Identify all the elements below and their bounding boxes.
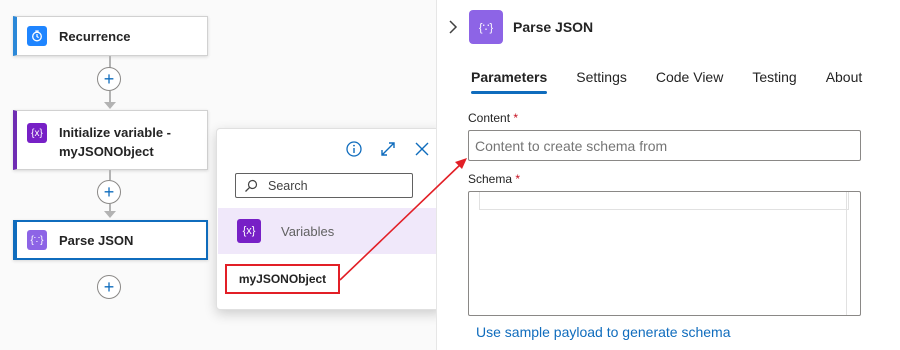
dynamic-content-popup: Search {x} Variables myJSONObject [216,128,443,310]
content-label: Content * [468,111,518,125]
parse-json-icon: {∵} [469,10,503,44]
recurrence-title: Recurrence [59,28,131,44]
add-step-button[interactable]: + [97,180,121,204]
content-input[interactable] [468,130,861,161]
init-variable-title-line1: Initialize variable - [59,125,171,140]
variables-section-label: Variables [281,223,335,239]
tab-code-view[interactable]: Code View [656,69,723,94]
tab-parameters[interactable]: Parameters [471,69,548,94]
action-details-panel: {∵} Parse JSON Parameters Settings Code … [436,0,900,350]
panel-tabs: Parameters Settings Code View Testing Ab… [471,69,891,94]
parse-json-title: Parse JSON [59,232,134,248]
sample-payload-link[interactable]: Use sample payload to generate schema [476,324,730,340]
close-icon[interactable] [412,139,432,159]
init-variable-title-line2: myJSONObject [59,144,154,159]
dynamic-content-token[interactable]: myJSONObject [225,264,340,294]
content-label-text: Content [468,111,511,125]
schema-scrollbar[interactable] [846,192,860,315]
schema-editor[interactable] [468,191,861,316]
parse-json-icon: {∵} [27,230,47,250]
required-mark: * [515,172,521,186]
add-step-button[interactable]: + [97,67,121,91]
search-input[interactable]: Search [235,173,413,198]
panel-title: Parse JSON [513,19,594,35]
search-placeholder: Search [268,178,308,193]
schema-label-text: Schema [468,172,513,186]
popup-toolbar [344,139,432,159]
connector-line [109,170,111,180]
connector-arrow [104,102,116,109]
chevron-right-icon[interactable] [445,18,461,36]
expand-icon[interactable] [378,139,398,159]
clock-icon [27,26,47,46]
add-step-button[interactable]: + [97,275,121,299]
connector-arrow [104,211,116,218]
schema-editor-line [479,192,849,210]
info-icon[interactable] [344,139,364,159]
search-icon [244,179,258,193]
tab-testing[interactable]: Testing [752,69,796,94]
required-mark: * [513,111,519,125]
tab-settings[interactable]: Settings [576,69,627,94]
parse-json-card[interactable]: {∵} Parse JSON [13,220,208,260]
variable-icon: {x} [27,123,47,143]
recurrence-card[interactable]: Recurrence [13,16,208,56]
variable-icon: {x} [237,219,261,243]
schema-label: Schema * [468,172,520,186]
initialize-variable-card[interactable]: {x} Initialize variable - myJSONObject [13,110,208,170]
tab-about[interactable]: About [826,69,863,94]
variables-section-header[interactable]: {x} Variables [218,208,443,254]
